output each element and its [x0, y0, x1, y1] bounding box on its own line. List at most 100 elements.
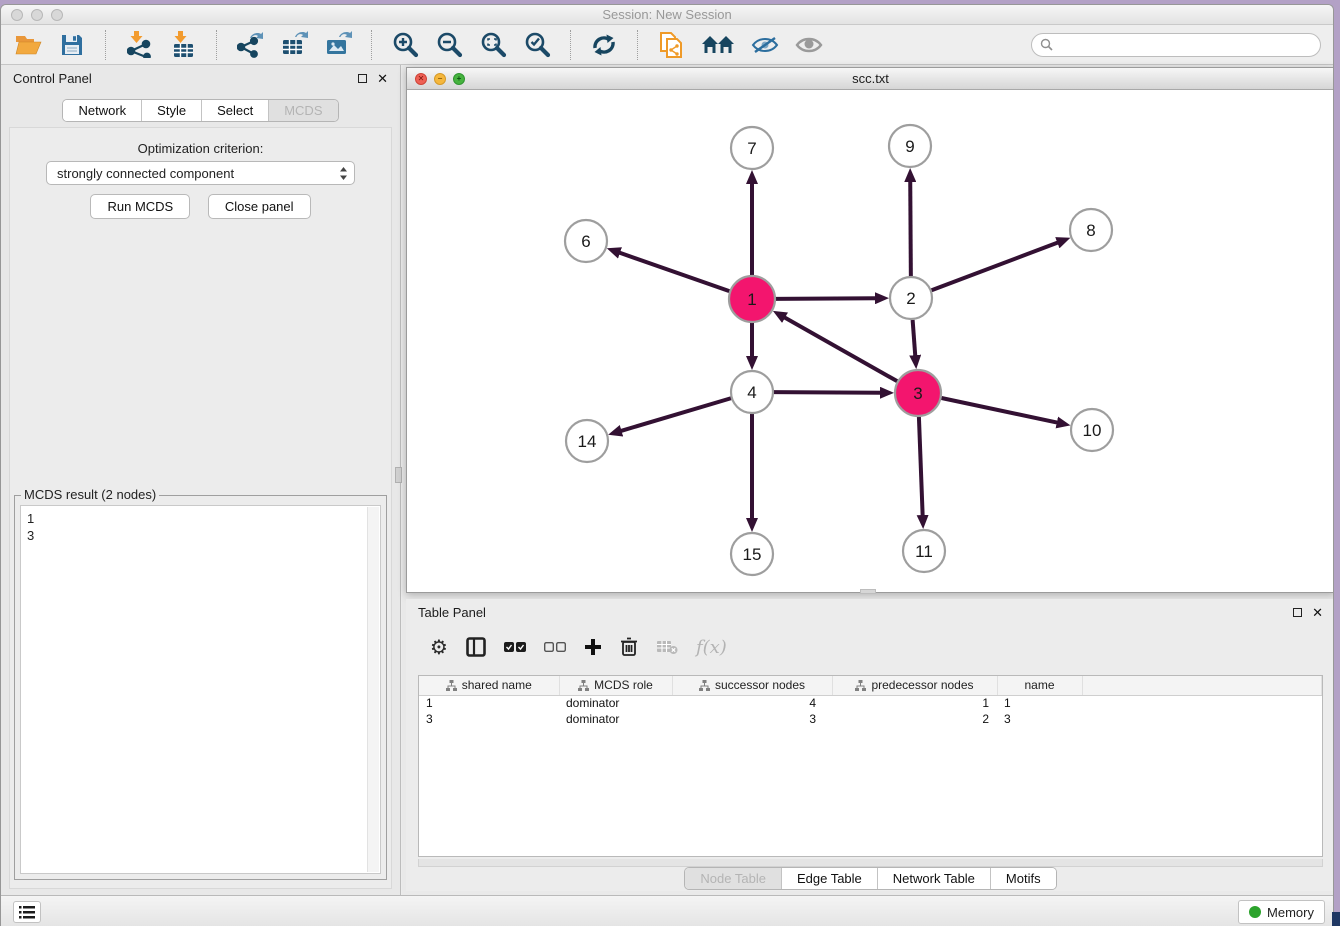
selected-criterion: strongly connected component — [57, 166, 339, 181]
task-history-button[interactable] — [13, 901, 41, 923]
network-graph: 7968124314101511 — [407, 90, 1334, 592]
control-panel-header: Control Panel ✕ — [1, 65, 400, 91]
column-header-successor-nodes[interactable]: successor nodes — [672, 676, 832, 695]
table-row[interactable]: 3 dominator 3 2 3 — [419, 711, 1322, 727]
hide-selected-icon[interactable] — [750, 30, 780, 60]
result-scrollbar[interactable] — [367, 507, 379, 872]
close-panel-button[interactable]: Close panel — [208, 194, 311, 219]
graph-edge-2-3[interactable] — [913, 320, 916, 356]
graph-edge-1-6[interactable] — [619, 253, 729, 292]
network-canvas[interactable]: 7968124314101511 — [407, 90, 1334, 592]
toolbar-separator — [371, 30, 372, 60]
graph-edge-4-3[interactable] — [774, 392, 881, 393]
control-panel: Control Panel ✕ Network Style Select MCD… — [1, 65, 401, 895]
list-icon — [19, 906, 35, 919]
graph-node-label-4: 4 — [747, 383, 756, 402]
network-view-window: ✕ − + scc.txt 7968124314101511 — [406, 67, 1334, 593]
tab-style[interactable]: Style — [141, 100, 201, 121]
graph-edge-3-10[interactable] — [941, 398, 1057, 423]
refresh-icon[interactable] — [589, 30, 619, 60]
graph-edge-3-11[interactable] — [919, 417, 923, 516]
zoom-fit-icon[interactable] — [478, 30, 508, 60]
mcds-result-title: MCDS result (2 nodes) — [21, 487, 159, 502]
import-network-icon[interactable] — [124, 30, 154, 60]
column-header-name[interactable]: name — [997, 676, 1082, 695]
graph-node-label-7: 7 — [747, 139, 756, 158]
gear-icon[interactable]: ⚙ — [430, 635, 448, 659]
column-header-mcds-role[interactable]: MCDS role — [559, 676, 672, 695]
mcds-result-area[interactable]: 1 3 — [20, 505, 381, 874]
toolbar-separator — [570, 30, 571, 60]
export-network-icon[interactable] — [235, 30, 265, 60]
zoom-in-icon[interactable] — [390, 30, 420, 60]
desktop-corner — [1332, 912, 1340, 926]
tab-motifs[interactable]: Motifs — [990, 868, 1056, 889]
graph-edge-1-2[interactable] — [776, 298, 876, 299]
column-header-predecessor-nodes[interactable]: predecessor nodes — [832, 676, 997, 695]
export-image-icon[interactable] — [323, 30, 353, 60]
zoom-selected-icon[interactable] — [522, 30, 552, 60]
tab-node-table[interactable]: Node Table — [685, 868, 781, 889]
close-panel-icon[interactable]: ✕ — [377, 72, 388, 85]
table-panel-title: Table Panel — [418, 605, 486, 620]
network-window-title: scc.txt — [407, 71, 1334, 86]
close-table-panel-icon[interactable]: ✕ — [1312, 606, 1323, 619]
export-table-icon[interactable] — [279, 30, 309, 60]
tab-select[interactable]: Select — [201, 100, 268, 121]
network-window-titlebar[interactable]: ✕ − + scc.txt — [407, 68, 1334, 90]
tab-network[interactable]: Network — [63, 100, 141, 121]
select-stepper-icon — [339, 166, 348, 181]
search-input[interactable] — [1058, 38, 1312, 52]
zoom-out-icon[interactable] — [434, 30, 464, 60]
graph-node-label-3: 3 — [913, 384, 922, 403]
app-window: Session: New Session — [0, 4, 1334, 926]
graph-edge-2-9[interactable] — [910, 181, 911, 276]
hierarchy-icon — [446, 680, 457, 691]
copy-network-icon[interactable] — [656, 30, 686, 60]
node-table[interactable]: shared name MCDS role successor nodes pr… — [418, 675, 1323, 857]
mcds-result-text: 1 3 — [27, 510, 34, 544]
graph-node-label-2: 2 — [906, 289, 915, 308]
memory-button[interactable]: Memory — [1238, 900, 1325, 924]
import-table-icon[interactable] — [168, 30, 198, 60]
graph-edge-4-14[interactable] — [621, 398, 731, 431]
table-scrollbar[interactable] — [418, 859, 1323, 867]
deselect-all-icon[interactable] — [544, 641, 566, 653]
graph-node-label-10: 10 — [1083, 421, 1102, 440]
first-neighbors-icon[interactable] — [700, 30, 736, 60]
optimization-criterion-label: Optimization criterion: — [10, 141, 391, 156]
delete-column-icon[interactable] — [620, 637, 638, 657]
memory-status-icon — [1249, 906, 1261, 918]
graph-node-label-1: 1 — [747, 290, 756, 309]
mcds-button-row: Run MCDS Close panel — [10, 194, 391, 219]
graph-node-label-15: 15 — [743, 545, 762, 564]
panel-divider-handle[interactable] — [395, 467, 402, 483]
table-toolbar: ⚙ f(x) — [418, 627, 1323, 667]
mcds-panel: Optimization criterion: strongly connect… — [9, 127, 392, 889]
delete-table-icon — [656, 639, 678, 655]
tab-edge-table[interactable]: Edge Table — [781, 868, 877, 889]
graph-node-label-8: 8 — [1086, 221, 1095, 240]
toolbar-separator — [216, 30, 217, 60]
show-all-icon[interactable] — [794, 30, 824, 60]
save-session-icon[interactable] — [57, 30, 87, 60]
tab-network-table[interactable]: Network Table — [877, 868, 990, 889]
workspace: ✕ − + scc.txt 7968124314101511 — [402, 65, 1334, 895]
tab-mcds[interactable]: MCDS — [268, 100, 337, 121]
select-all-icon[interactable] — [504, 641, 526, 653]
float-panel-icon[interactable] — [358, 74, 367, 83]
control-panel-tabbar: Network Style Select MCDS — [1, 99, 400, 122]
toolbar-separator — [637, 30, 638, 60]
memory-label: Memory — [1267, 905, 1314, 920]
run-mcds-button[interactable]: Run MCDS — [90, 194, 190, 219]
window-resize-handle[interactable] — [860, 589, 876, 594]
add-column-icon[interactable] — [584, 638, 602, 656]
column-header-shared-name[interactable]: shared name — [419, 676, 559, 695]
float-table-panel-icon[interactable] — [1293, 608, 1302, 617]
open-file-icon[interactable] — [13, 30, 43, 60]
table-row[interactable]: 1 dominator 4 1 1 — [419, 695, 1322, 711]
graph-edge-2-8[interactable] — [932, 242, 1059, 290]
graph-edge-3-1[interactable] — [784, 317, 897, 381]
optimization-criterion-select[interactable]: strongly connected component — [46, 161, 355, 185]
split-panel-icon[interactable] — [466, 637, 486, 657]
